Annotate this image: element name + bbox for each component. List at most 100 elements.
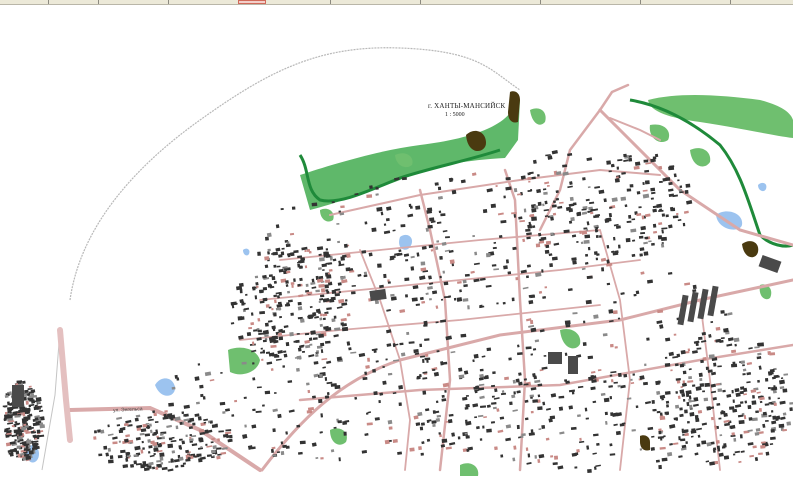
building xyxy=(319,297,324,301)
toolbar-separator xyxy=(640,0,641,4)
building xyxy=(441,398,447,402)
map-canvas[interactable] xyxy=(0,5,793,476)
building xyxy=(297,263,301,268)
building xyxy=(672,215,679,219)
city-map[interactable]: г. ХАНТЫ-МАНСИЙСК 1 : 5000 ул. Энгельса xyxy=(0,5,793,476)
building xyxy=(421,300,426,304)
building xyxy=(789,407,793,412)
building xyxy=(284,268,289,271)
building xyxy=(252,362,255,365)
building xyxy=(536,188,542,194)
building xyxy=(758,408,762,412)
building xyxy=(704,382,711,387)
building xyxy=(367,411,372,414)
building xyxy=(783,373,789,376)
building xyxy=(541,269,544,273)
building xyxy=(321,358,328,361)
building xyxy=(641,215,645,220)
building xyxy=(584,407,588,412)
building xyxy=(103,445,108,450)
building xyxy=(178,445,182,450)
building xyxy=(773,402,777,406)
building xyxy=(32,440,39,443)
building xyxy=(678,436,681,441)
building xyxy=(432,423,436,427)
building xyxy=(759,400,763,404)
building xyxy=(338,291,342,294)
building xyxy=(383,223,387,226)
building xyxy=(472,403,479,408)
building xyxy=(681,392,686,398)
building xyxy=(629,184,634,188)
building xyxy=(726,394,732,398)
building xyxy=(517,344,520,348)
building xyxy=(547,155,553,160)
building xyxy=(299,259,305,264)
building xyxy=(417,411,423,417)
building xyxy=(98,453,103,457)
building xyxy=(25,455,32,460)
building xyxy=(734,388,740,393)
building xyxy=(297,347,302,352)
building xyxy=(326,307,332,311)
building xyxy=(499,416,505,420)
building xyxy=(458,367,463,372)
building xyxy=(531,225,536,229)
building xyxy=(100,429,105,434)
building xyxy=(119,427,126,431)
building xyxy=(281,330,286,334)
building xyxy=(679,389,685,394)
building xyxy=(544,249,550,254)
building xyxy=(447,419,453,424)
building xyxy=(309,343,313,346)
building xyxy=(463,370,469,375)
building xyxy=(334,293,340,297)
building xyxy=(733,453,736,456)
building xyxy=(422,359,425,363)
building xyxy=(684,282,691,286)
building xyxy=(299,318,305,323)
building xyxy=(105,452,109,457)
building xyxy=(717,365,722,368)
building xyxy=(271,335,279,340)
building xyxy=(346,253,351,259)
building xyxy=(538,290,543,294)
building xyxy=(770,436,776,440)
building xyxy=(696,427,703,431)
building xyxy=(440,298,444,301)
building xyxy=(406,331,410,335)
building xyxy=(112,436,118,440)
building xyxy=(584,234,591,239)
building xyxy=(674,363,679,367)
building xyxy=(397,451,403,455)
building xyxy=(305,344,311,349)
building xyxy=(332,258,337,262)
building xyxy=(690,435,694,438)
building xyxy=(658,430,662,435)
building xyxy=(692,284,697,290)
building xyxy=(778,423,785,428)
building xyxy=(411,297,418,302)
building xyxy=(152,410,156,414)
building xyxy=(149,454,155,458)
building xyxy=(17,440,20,443)
toolbar-active-button[interactable] xyxy=(238,0,266,4)
building xyxy=(644,169,650,173)
building xyxy=(552,200,556,204)
building xyxy=(586,275,593,279)
building xyxy=(568,208,574,213)
building xyxy=(157,437,162,440)
building xyxy=(181,440,186,445)
building xyxy=(283,325,289,329)
building xyxy=(631,218,636,221)
building xyxy=(167,468,174,472)
building xyxy=(388,426,393,430)
building xyxy=(610,371,617,374)
building xyxy=(149,423,152,427)
building xyxy=(318,399,323,404)
building xyxy=(594,186,601,189)
building xyxy=(218,430,224,433)
building xyxy=(250,322,255,326)
building xyxy=(316,246,324,251)
building xyxy=(513,391,516,395)
